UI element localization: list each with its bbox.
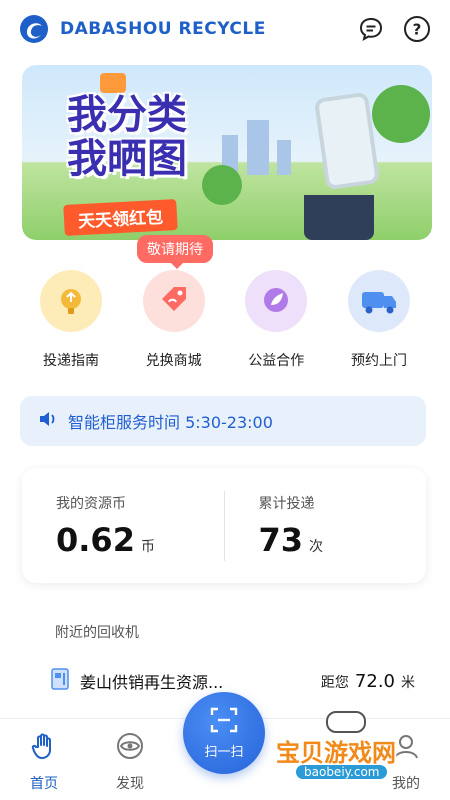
nearby-title: 附近的回收机 (55, 625, 139, 641)
banner-line-2: 我晒图 (67, 136, 187, 182)
quick-item-label: 公益合作 (248, 353, 305, 369)
quick-item-charity[interactable]: 公益合作 (225, 270, 327, 375)
charity-icon (245, 270, 308, 332)
deliveries-value: 73 (258, 520, 304, 559)
tab-discover[interactable]: 发现 (100, 731, 160, 793)
watermark-title: 宝贝游戏网 (276, 739, 396, 767)
distance-prefix: 距您 (320, 674, 349, 691)
quick-item-guide[interactable]: 投递指南 (20, 270, 122, 375)
app-header: DABASHOU RECYCLE ? (0, 0, 450, 58)
scan-label: 扫一扫 (204, 744, 244, 760)
coins-unit: 币 (140, 538, 155, 555)
machine-icon (50, 668, 70, 694)
quick-item-appointment[interactable]: 预约上门 (328, 270, 430, 375)
deliveries-label: 累计投递 (258, 495, 315, 512)
quick-item-label: 兑换商城 (145, 353, 202, 369)
service-hours-notice: 智能柜服务时间 5:30-23:00 (20, 396, 426, 446)
distance-unit: 米 (401, 674, 415, 691)
distance-value: 72.0 (354, 670, 395, 692)
message-icon[interactable] (356, 14, 386, 44)
phone-illustration (313, 91, 381, 191)
scan-button[interactable]: 扫一扫 (183, 692, 265, 774)
tab-home[interactable]: 首页 (14, 731, 74, 793)
gamepad-icon (326, 711, 366, 733)
watermark-url: baobeiy.com (296, 765, 388, 779)
swirl-logo-icon (18, 13, 50, 45)
guide-icon (40, 270, 102, 332)
tab-label: 发现 (116, 776, 144, 792)
eye-icon (115, 731, 145, 765)
coins-label: 我的资源币 (56, 495, 126, 512)
coins-stat[interactable]: 我的资源币 0.62 币 (22, 493, 224, 559)
speaker-icon (38, 410, 58, 432)
stats-card: 我的资源币 0.62 币 累计投递 73 次 (22, 468, 426, 583)
banner-title: 我分类 我晒图 (67, 93, 237, 181)
tab-label: 首页 (30, 776, 58, 792)
brand-name: DABASHOU RECYCLE (60, 19, 266, 39)
quick-item-label: 投递指南 (43, 353, 99, 369)
site-watermark: 宝贝游戏网 baobeiy.com (270, 705, 448, 785)
quick-item-shop[interactable]: 兑换商城 (123, 270, 225, 375)
trash-bin-illustration (304, 195, 374, 240)
deliveries-stat[interactable]: 累计投递 73 次 (225, 493, 427, 559)
hand-icon (29, 731, 59, 765)
scan-icon (210, 707, 238, 737)
camera-icon (100, 73, 126, 93)
coins-value: 0.62 (56, 520, 135, 559)
shop-tag-icon (142, 270, 205, 332)
help-icon[interactable]: ? (402, 14, 432, 44)
notice-text: 智能柜服务时间 5:30-23:00 (68, 413, 273, 432)
nearby-machine-item[interactable]: 姜山供销再生资源... 距您 72.0 米 (50, 667, 415, 695)
deliveries-unit: 次 (309, 538, 324, 555)
machine-name: 姜山供销再生资源... (80, 673, 224, 692)
truck-icon (347, 270, 410, 332)
quick-item-label: 预约上门 (350, 353, 407, 369)
promo-banner[interactable]: 我分类 我晒图 天天领红包 (22, 65, 432, 240)
banner-subtitle: 天天领红包 (63, 199, 178, 236)
svg-text:?: ? (413, 21, 422, 39)
banner-line-1: 我分类 (67, 92, 187, 138)
quick-menu: 投递指南 兑换商城 公益合作 预约上门 (20, 270, 430, 375)
coming-soon-badge: 敬请期待 (137, 235, 213, 269)
